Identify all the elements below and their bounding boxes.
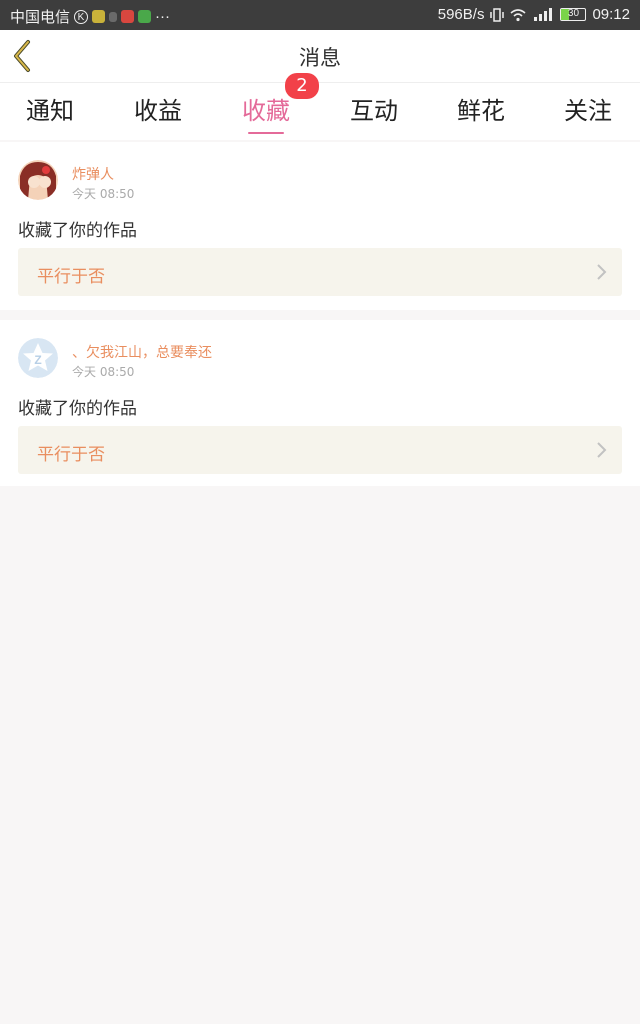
notification-card: Z 、欠我江山，总要奉还 今天 08:50 收藏了你的作品 平行于否	[0, 320, 640, 486]
app-notification-icon	[92, 10, 106, 23]
tab-notify[interactable]: 通知	[0, 91, 100, 126]
tab-earnings[interactable]: 收益	[108, 91, 208, 126]
chevron-right-icon	[597, 442, 607, 458]
chevron-right-icon	[597, 264, 607, 280]
tab-follow[interactable]: 关注	[538, 91, 638, 126]
avatar[interactable]: Z	[18, 338, 58, 378]
battery-icon: 30	[560, 8, 587, 21]
network-speed: 596B/s	[437, 6, 485, 23]
signal-icon	[534, 7, 553, 21]
work-link[interactable]: 平行于否	[18, 426, 622, 474]
active-tab-indicator	[248, 132, 284, 134]
lock-icon	[109, 11, 118, 22]
more-notifications-icon: ···	[155, 8, 171, 25]
tab-flowers[interactable]: 鲜花	[431, 91, 531, 126]
status-left: 中国电信 K ···	[10, 6, 170, 27]
status-right: 596B/s 30 09:12	[438, 6, 630, 23]
header: 消息	[0, 30, 640, 83]
timestamp: 今天 08:50	[72, 187, 135, 201]
svg-text:Z: Z	[34, 353, 41, 367]
status-bar: 中国电信 K ··· 596B/s 30 09:12	[0, 0, 640, 30]
work-title: 平行于否	[37, 445, 105, 465]
default-avatar-icon: Z	[18, 338, 58, 378]
play-app-icon	[138, 10, 152, 23]
timestamp: 今天 08:50	[72, 365, 135, 379]
action-text: 收藏了你的作品	[18, 399, 137, 419]
username[interactable]: 、欠我江山，总要奉还	[72, 342, 212, 362]
wifi-icon	[510, 8, 526, 21]
work-link[interactable]: 平行于否	[18, 248, 622, 296]
tab-bar: 通知 收益 收藏 互动 鲜花 关注	[0, 83, 640, 140]
notification-card: 炸弹人 今天 08:50 收藏了你的作品 平行于否	[0, 142, 640, 310]
battery-level: 30	[567, 8, 580, 19]
vibrate-icon	[490, 7, 505, 22]
page-title: 消息	[299, 46, 341, 70]
action-text: 收藏了你的作品	[18, 221, 137, 241]
avatar[interactable]	[18, 160, 58, 200]
carrier-label: 中国电信	[10, 9, 71, 26]
username[interactable]: 炸弹人	[72, 164, 114, 184]
favorites-badge: 2	[285, 73, 319, 99]
tab-interaction[interactable]: 互动	[324, 91, 424, 126]
news-app-icon	[121, 10, 135, 23]
status-time: 09:12	[592, 6, 630, 23]
user-avatar-image	[18, 160, 58, 200]
k-icon: K	[74, 9, 89, 24]
work-title: 平行于否	[37, 267, 105, 287]
